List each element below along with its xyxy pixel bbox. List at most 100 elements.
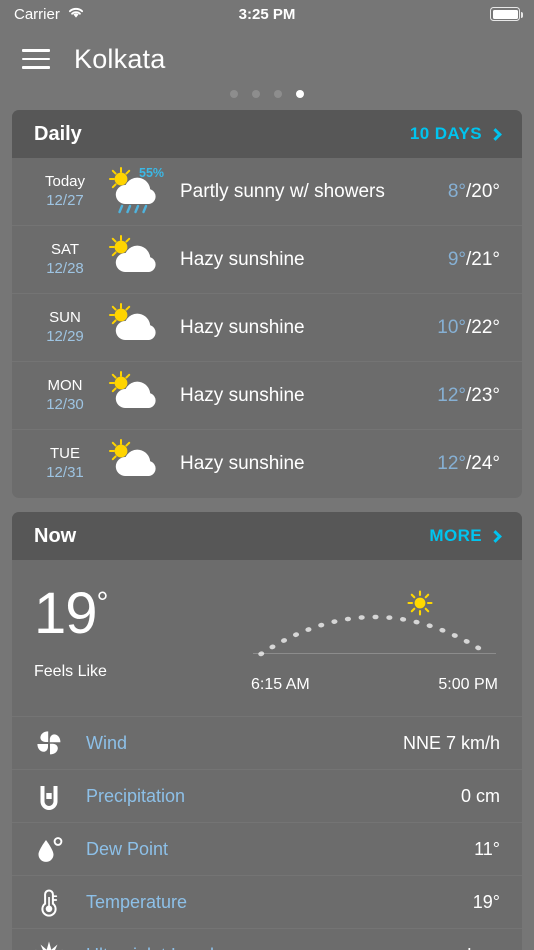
chevron-right-icon <box>489 127 502 141</box>
daily-forecast-row[interactable]: Today 12/27 55% Partly sunny w/ showers … <box>12 158 522 226</box>
daily-forecast-row[interactable]: SAT 12/28 Hazy sunshine 9°/21° <box>12 226 522 294</box>
dew-drop-icon <box>38 837 63 862</box>
condition-label: Precipitation <box>86 785 186 806</box>
daily-row-day: SAT <box>50 240 80 258</box>
daily-row-datenum: 12/27 <box>46 191 84 209</box>
daily-row-temps: 10°/22° <box>437 317 500 339</box>
daily-row-day: TUE <box>50 445 80 463</box>
sun-cloud-icon <box>96 234 174 286</box>
sun-cloud-icon <box>96 370 174 422</box>
sun-arc-block: 6:15 AM 5:00 PM <box>249 586 500 694</box>
ten-days-button[interactable]: 10 DAYS <box>409 124 502 144</box>
sun-cloud-icon <box>109 302 156 340</box>
more-label: MORE <box>429 526 482 545</box>
page-dot[interactable] <box>274 90 282 98</box>
thermometer-icon <box>34 887 86 917</box>
condition-label: Ultraviolet Level <box>86 945 467 950</box>
hamburger-menu-icon[interactable] <box>22 49 50 69</box>
daily-row-date: MON 12/30 <box>34 377 96 415</box>
daily-forecast-row[interactable]: TUE 12/31 Hazy sunshine 12°/24° <box>12 430 522 498</box>
sun-cloud-icon <box>109 370 156 408</box>
daily-row-high: 20° <box>471 180 500 202</box>
daily-row-low: 9° <box>447 248 466 270</box>
battery-full-icon <box>490 7 523 21</box>
daily-row-date: SUN 12/29 <box>34 309 96 347</box>
condition-detail-row[interactable]: Ultraviolet Level Low <box>12 928 522 950</box>
carrier-label: Carrier <box>14 5 60 23</box>
uv-star-icon <box>34 940 86 950</box>
daily-row-temps: 9°/21° <box>448 249 500 271</box>
condition-value: Low <box>467 945 500 950</box>
daily-row-high: 23° <box>471 384 500 406</box>
condition-detail-row[interactable]: Precipitation 0 cm <box>12 769 522 822</box>
daily-title: Daily <box>34 122 82 145</box>
daily-row-high: 24° <box>471 453 500 474</box>
daily-row-phrase: Hazy sunshine <box>180 316 305 338</box>
sun-cloud-icon <box>96 302 174 354</box>
condition-value: 19° <box>472 891 500 912</box>
condition-label: Wind <box>86 732 128 753</box>
condition-detail-row[interactable]: Wind NNE 7 km/h <box>12 716 522 769</box>
condition-detail-row[interactable]: Dew Point 11° <box>12 822 522 875</box>
navigation-bar: Kolkata <box>0 28 534 90</box>
chevron-right-icon <box>489 529 502 543</box>
daily-rows: Today 12/27 55% Partly sunny w/ showers … <box>12 158 522 498</box>
daily-forecast-card: Daily 10 DAYS Today 12/27 55% Partly sun… <box>12 110 522 498</box>
daily-row-high: 22° <box>471 316 500 338</box>
daily-forecast-row[interactable]: MON 12/30 Hazy sunshine 12°/23° <box>12 362 522 430</box>
current-temperature-value: 19 <box>34 581 98 646</box>
page-dot[interactable] <box>252 90 260 98</box>
pinwheel-icon <box>34 728 86 758</box>
daily-row-phrase: Partly sunny w/ showers <box>180 180 385 202</box>
now-card-body: 19° Feels Like 6:15 AM 5:00 PM Wind NNE … <box>12 560 522 950</box>
now-card-header: Now MORE <box>12 512 522 560</box>
thermometer-icon <box>41 889 58 917</box>
condition-detail-row[interactable]: Temperature 19° <box>12 875 522 928</box>
daily-row-date: TUE 12/31 <box>34 445 96 483</box>
sunset-time: 5:00 PM <box>438 676 498 693</box>
condition-value: 0 cm <box>460 785 500 806</box>
current-temperature: 19° <box>34 585 249 643</box>
dew-drop-icon <box>34 834 86 864</box>
rain-gauge-icon <box>40 786 58 810</box>
daily-row-date: Today 12/27 <box>34 173 96 211</box>
wifi-icon <box>67 5 85 23</box>
page-indicator[interactable] <box>0 90 534 110</box>
sun-cloud-icon <box>109 439 156 476</box>
status-bar: Carrier 3:25 PM <box>0 0 534 28</box>
daily-row-day: SUN <box>49 308 81 326</box>
daily-row-phrase: Hazy sunshine <box>180 248 305 270</box>
feels-like-label: Feels Like <box>34 663 107 681</box>
daily-row-datenum: 12/29 <box>46 327 84 345</box>
sun-path-dotted <box>258 614 491 657</box>
daily-row-low: 12° <box>437 453 466 474</box>
sun-cloud-icon <box>96 438 174 490</box>
now-conditions-card: Now MORE 19° Feels Like 6:15 AM 5:00 PM … <box>12 512 522 950</box>
daily-card-header: Daily 10 DAYS <box>12 110 522 158</box>
uv-star-icon <box>35 941 63 950</box>
sun-cloud-rain-icon: 55% <box>96 166 174 218</box>
daily-row-date: SAT 12/28 <box>34 241 96 279</box>
daily-forecast-row[interactable]: SUN 12/29 Hazy sunshine 10°/22° <box>12 294 522 362</box>
daily-row-phrase: Hazy sunshine <box>180 453 305 474</box>
ten-days-label: 10 DAYS <box>409 124 482 143</box>
daily-row-low: 12° <box>437 384 466 406</box>
page-dot-active[interactable] <box>296 90 304 98</box>
more-button[interactable]: MORE <box>429 526 502 546</box>
daily-row-datenum: 12/31 <box>46 464 84 481</box>
condition-value: NNE 7 km/h <box>402 732 500 753</box>
daily-row-low: 10° <box>437 316 466 338</box>
precip-probability: 55% <box>139 165 165 180</box>
daily-row-day: MON <box>47 376 83 394</box>
now-temperature-block: 19° Feels Like <box>34 585 249 681</box>
now-title: Now <box>34 524 77 547</box>
page-dot[interactable] <box>230 90 238 98</box>
daily-row-high: 21° <box>471 248 500 270</box>
sun-times: 6:15 AM 5:00 PM <box>249 676 500 694</box>
pinwheel-icon <box>37 731 61 755</box>
condition-value: 11° <box>474 838 500 859</box>
daily-row-day: Today <box>44 172 86 190</box>
daily-row-datenum: 12/28 <box>46 259 84 277</box>
daily-row-temps: 8°/20° <box>448 181 500 203</box>
sun-cloud-icon <box>109 234 156 272</box>
